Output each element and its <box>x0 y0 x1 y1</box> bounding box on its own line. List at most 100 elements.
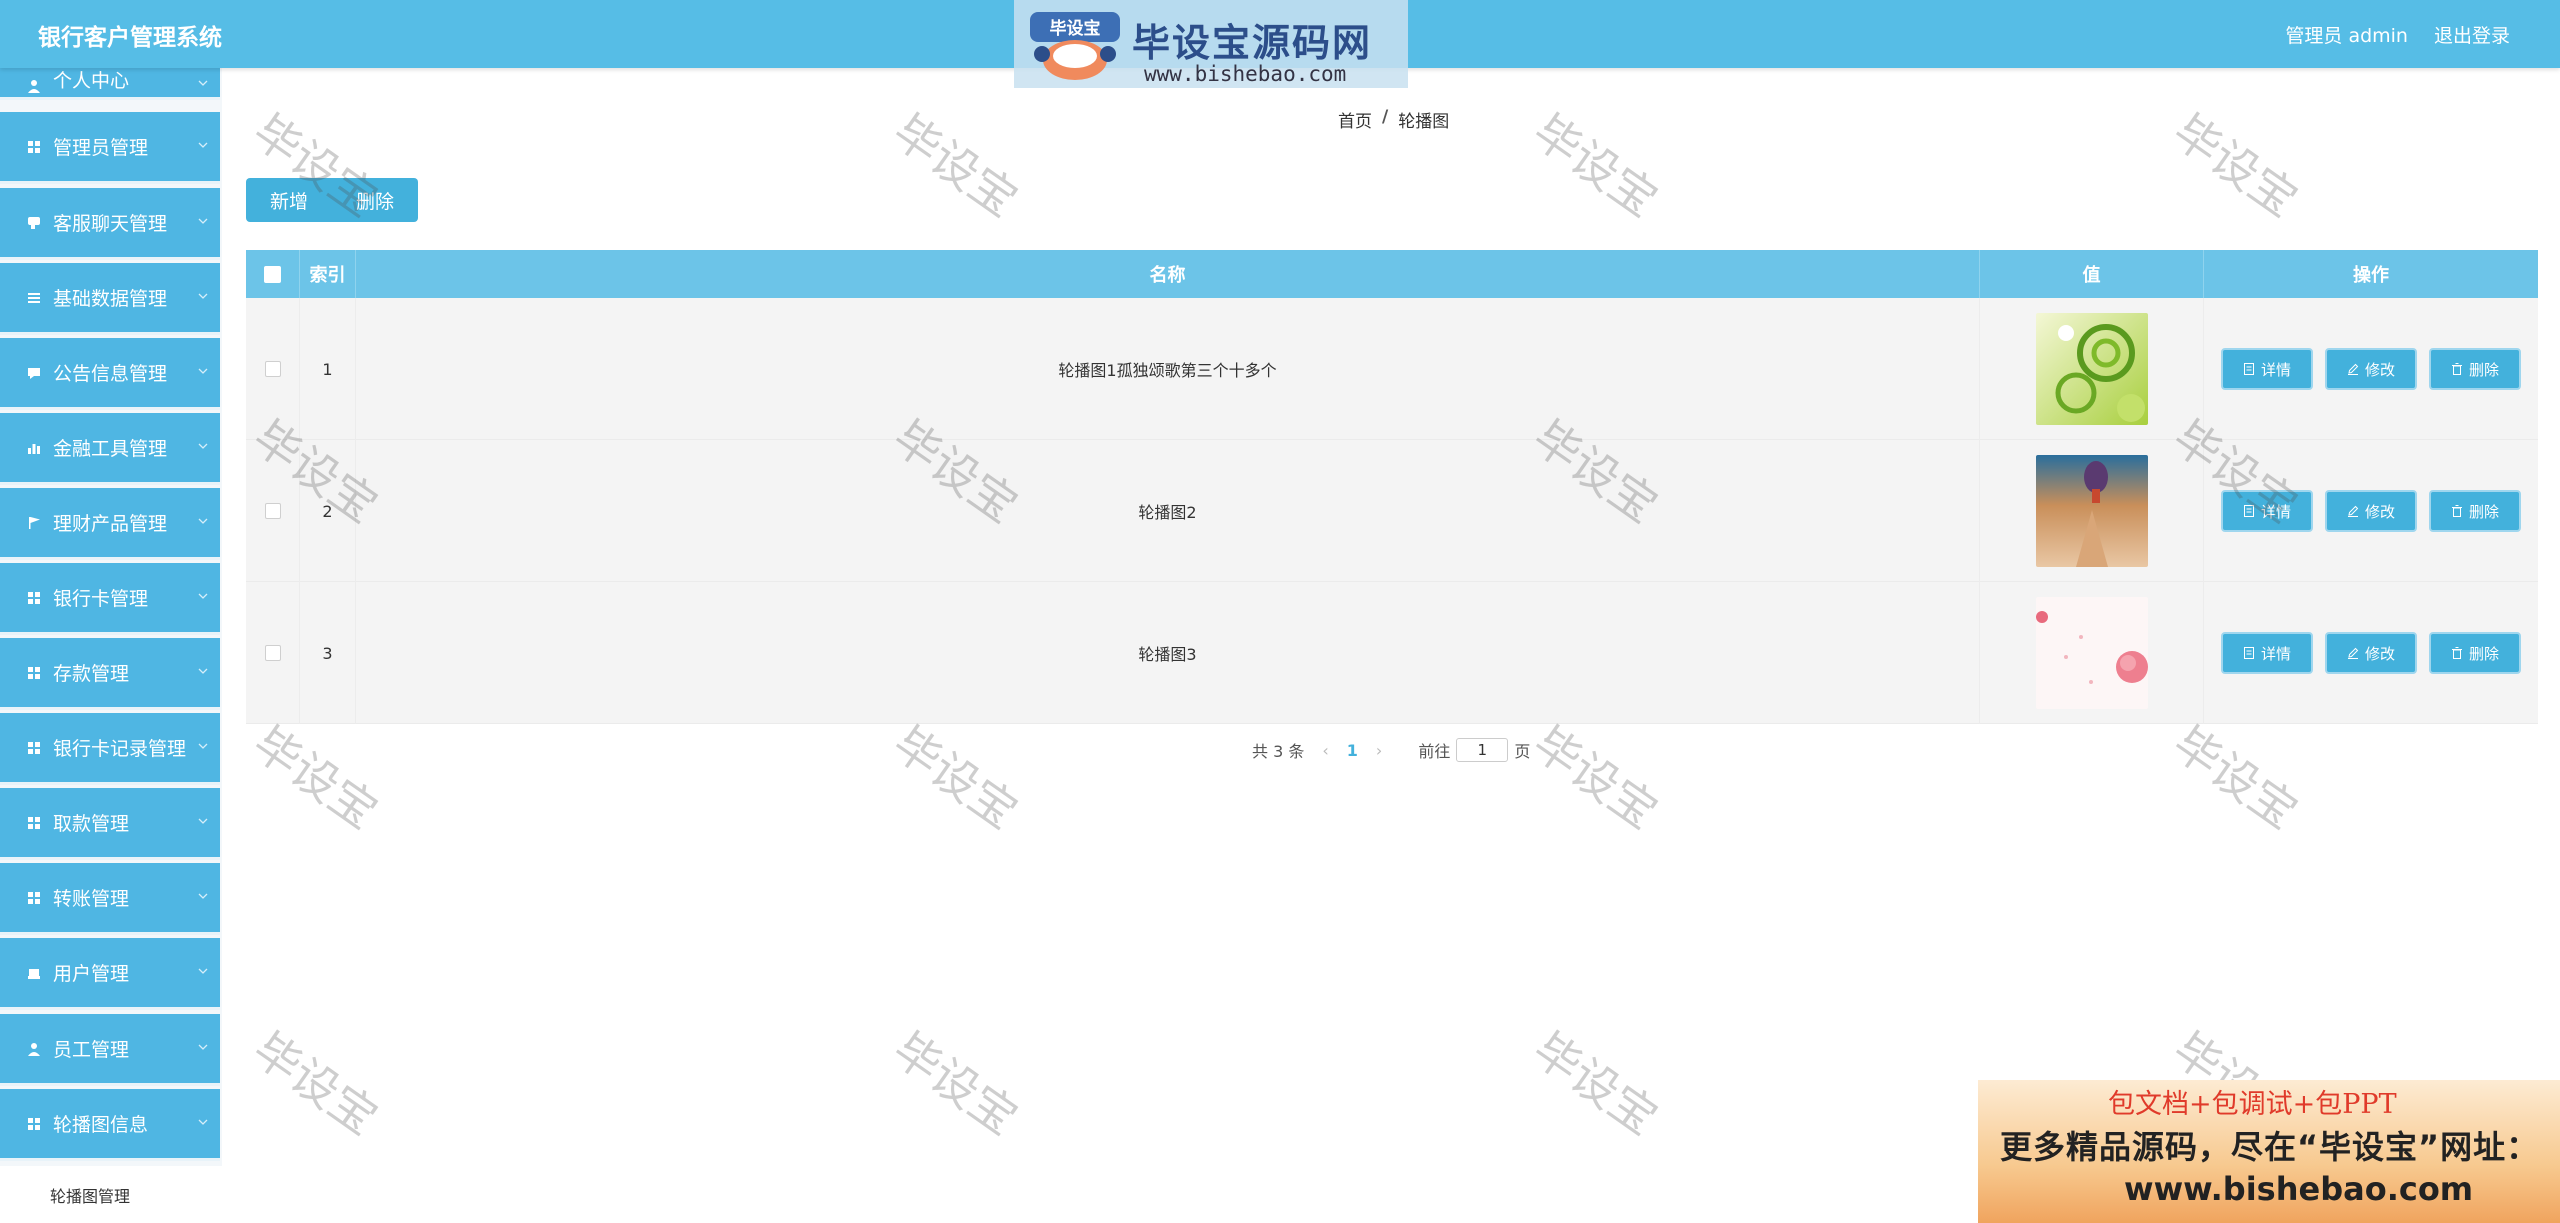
chevron-down-icon <box>198 293 208 299</box>
breadcrumb: 首页 / 轮播图 <box>1338 107 1449 132</box>
row-checkbox[interactable] <box>264 645 281 661</box>
document-icon <box>2243 363 2254 375</box>
edit-button[interactable]: 修改 <box>2325 632 2417 674</box>
breadcrumb-separator: / <box>1382 107 1389 127</box>
logo-badge-icon: 毕设宝 <box>1030 12 1120 80</box>
delete-button[interactable]: 删除 <box>2429 490 2521 532</box>
sidebar-subitem-carousel-manage[interactable]: 轮播图管理 <box>0 1166 222 1223</box>
grid-icon <box>28 140 40 153</box>
detail-button[interactable]: 详情 <box>2221 348 2313 390</box>
breadcrumb-current: 轮播图 <box>1398 112 1450 132</box>
edit-button[interactable]: 修改 <box>2325 348 2417 390</box>
sidebar-item-label: 员工管理 <box>53 1039 130 1061</box>
message-icon <box>28 367 40 379</box>
header-value: 值 <box>1980 250 2204 298</box>
pencil-icon <box>2347 647 2359 659</box>
row-select-cell <box>246 440 300 582</box>
sidebar-item[interactable]: 员工管理 <box>0 1014 220 1086</box>
select-all-checkbox[interactable] <box>264 265 281 283</box>
row-index: 2 <box>300 440 356 582</box>
chevron-down-icon <box>198 593 208 599</box>
watermark-text: 毕设宝 <box>243 715 388 840</box>
chevron-down-icon <box>198 968 208 974</box>
chevron-down-icon <box>198 443 208 449</box>
trash-icon <box>2451 505 2462 517</box>
grid-icon <box>28 816 40 829</box>
delete-button[interactable]: 删除 <box>2429 348 2521 390</box>
user-icon <box>28 1042 40 1056</box>
chevron-down-icon <box>198 218 208 224</box>
detail-button[interactable]: 详情 <box>2221 490 2313 532</box>
chevron-down-icon <box>198 668 208 674</box>
bar-chart-icon <box>28 443 40 454</box>
sidebar-item[interactable]: 存款管理 <box>0 638 220 710</box>
flag-icon <box>29 516 40 529</box>
page-number-current[interactable]: 1 <box>1347 741 1358 760</box>
sidebar-item[interactable]: 个人中心 <box>0 68 220 100</box>
pagination: 共 3 条 ‹ 1 › 前往 页 <box>1252 738 1530 762</box>
sidebar-item-label: 管理员管理 <box>53 137 149 159</box>
header-select-cell <box>246 250 300 298</box>
logo-main-text: 毕设宝源码网 <box>1132 21 1373 65</box>
chevron-down-icon <box>198 818 208 824</box>
sidebar-item-label: 轮播图信息 <box>53 1114 149 1136</box>
users-icon <box>28 968 40 979</box>
sidebar-item-label: 银行卡管理 <box>53 588 149 610</box>
batch-delete-button[interactable]: 删除 <box>332 178 418 222</box>
ad-line-2: 更多精品源码，尽在“毕设宝”网址： <box>2000 1128 2540 1166</box>
chevron-down-icon <box>198 743 208 749</box>
sidebar-item[interactable]: 基础数据管理 <box>0 263 220 335</box>
sidebar-item[interactable]: 管理员管理 <box>0 112 220 184</box>
add-button[interactable]: 新增 <box>246 178 332 222</box>
row-checkbox[interactable] <box>264 503 281 519</box>
logout-link[interactable]: 退出登录 <box>2434 21 2510 48</box>
sidebar-item[interactable]: 转账管理 <box>0 863 220 935</box>
carousel-thumbnail[interactable] <box>2035 597 2148 709</box>
document-icon <box>2243 647 2254 659</box>
sidebar-item-label: 金融工具管理 <box>53 438 168 460</box>
row-index: 3 <box>300 582 356 724</box>
watermark-text: 毕设宝 <box>883 715 1028 840</box>
sidebar-item[interactable]: 用户管理 <box>0 938 220 1010</box>
sidebar-item[interactable]: 银行卡管理 <box>0 563 220 635</box>
next-page-icon[interactable]: › <box>1376 741 1382 760</box>
sidebar-item[interactable]: 取款管理 <box>0 788 220 860</box>
carousel-thumbnail[interactable] <box>2035 455 2148 567</box>
sidebar-item-label: 客服聊天管理 <box>53 213 168 235</box>
breadcrumb-home[interactable]: 首页 <box>1338 107 1372 132</box>
user-icon <box>28 80 40 93</box>
grid-icon <box>28 741 40 754</box>
sidebar-item-label: 存款管理 <box>53 663 130 685</box>
row-select-cell <box>246 582 300 724</box>
detail-button[interactable]: 详情 <box>2221 632 2313 674</box>
goto-label: 前往 <box>1418 742 1451 761</box>
grid-icon <box>28 1117 40 1130</box>
grid-icon <box>28 591 40 604</box>
sidebar-item[interactable]: 客服聊天管理 <box>0 188 220 260</box>
sidebar-item[interactable]: 理财产品管理 <box>0 488 220 560</box>
goto-page-input[interactable] <box>1456 738 1509 762</box>
pencil-icon <box>2347 505 2359 517</box>
row-name: 轮播图3 <box>356 582 1980 724</box>
trash-icon <box>2451 363 2462 375</box>
admin-label[interactable]: 管理员 admin <box>2285 21 2408 48</box>
delete-button[interactable]: 删除 <box>2429 632 2521 674</box>
row-name: 轮播图2 <box>356 440 1980 582</box>
ad-banner[interactable]: 包文档+包调试+包PPT 更多精品源码，尽在“毕设宝”网址： www.bishe… <box>1978 1080 2560 1223</box>
watermark-text: 毕设宝 <box>2163 715 2308 840</box>
watermark-text: 毕设宝 <box>243 1021 388 1146</box>
prev-page-icon[interactable]: ‹ <box>1322 741 1328 760</box>
row-checkbox[interactable] <box>264 361 281 377</box>
watermark-text: 毕设宝 <box>1523 103 1668 228</box>
edit-button[interactable]: 修改 <box>2325 490 2417 532</box>
ad-line-1: 包文档+包调试+包PPT <box>2108 1089 2397 1120</box>
sidebar-item[interactable]: 轮播图信息 <box>0 1089 220 1161</box>
carousel-thumbnail[interactable] <box>2035 313 2148 425</box>
sidebar-item[interactable]: 银行卡记录管理 <box>0 713 220 785</box>
sidebar-item-label: 银行卡记录管理 <box>53 738 187 760</box>
sidebar-item[interactable]: 公告信息管理 <box>0 338 220 410</box>
sidebar-item[interactable]: 金融工具管理 <box>0 413 220 485</box>
row-ops-cell: 详情 修改 删除 <box>2204 582 2538 724</box>
watermark-text: 毕设宝 <box>1523 1021 1668 1146</box>
trash-icon <box>2451 647 2462 659</box>
